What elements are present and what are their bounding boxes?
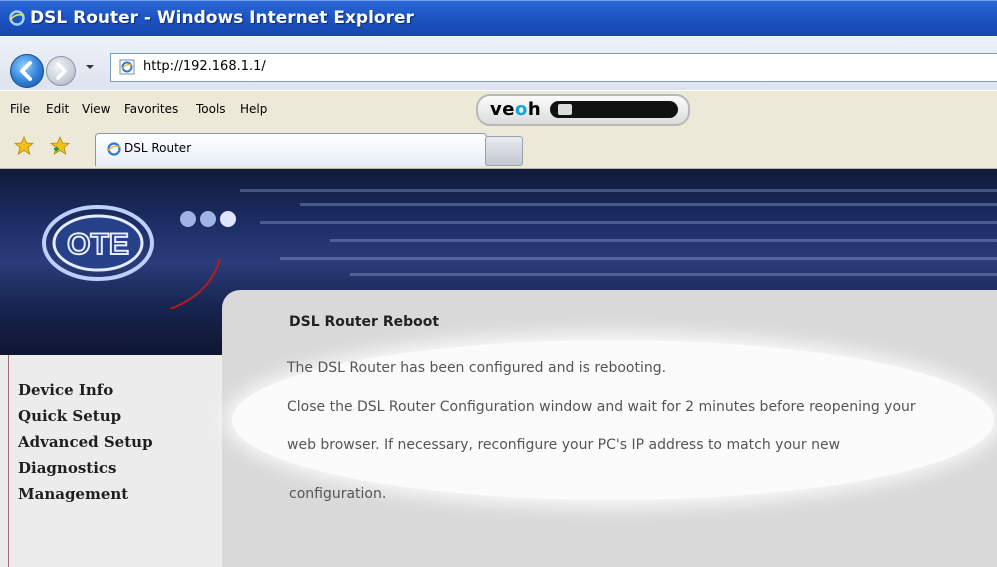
message-line-2: Close the DSL Router Configuration windo… [287,399,916,415]
back-button[interactable] [10,54,44,88]
menu-tools[interactable]: Tools [196,102,226,116]
banner-streak [280,257,997,260]
sidebar-item-diagnostics[interactable]: Diagnostics [18,459,116,477]
address-url[interactable]: http://192.168.1.1/ [143,59,266,74]
banner-streak [350,273,997,276]
sidebar-item-quick-setup[interactable]: Quick Setup [18,407,121,425]
banner-streak [240,189,997,192]
menu-edit[interactable]: Edit [46,102,69,116]
page-title: DSL Router Reboot [289,314,440,330]
sidebar-item-management[interactable]: Management [18,485,128,503]
tab-dsl-router[interactable]: DSL Router [95,133,487,166]
menu-view[interactable]: View [82,102,110,116]
menu-help[interactable]: Help [240,102,267,116]
ote-logo: OTE [42,205,236,309]
message-line-3: web browser. If necessary, reconfigure y… [287,437,841,453]
message-line-4: configuration. [289,486,387,502]
tab-label: DSL Router [124,141,192,155]
window-title: DSL Router - Windows Internet Explorer [30,8,414,28]
menu-file[interactable]: File [10,102,30,116]
svg-text:OTE: OTE [67,228,129,261]
sidebar: Device Info Quick Setup Advanced Setup D… [0,355,224,567]
veoh-player-bar[interactable] [550,101,678,118]
page-icon [119,59,135,75]
veoh-logo: veoh [490,99,542,120]
banner-streak [260,221,997,224]
new-tab-button[interactable] [485,136,523,166]
banner-streak [330,239,997,242]
internet-explorer-icon [9,10,25,26]
add-favorites-icon[interactable] [50,136,70,156]
favorites-star-icon[interactable] [14,136,34,156]
menu-favorites[interactable]: Favorites [124,102,178,116]
address-bar[interactable]: http://192.168.1.1/ [110,53,997,82]
sidebar-item-advanced-setup[interactable]: Advanced Setup [18,433,153,451]
message-line-1: The DSL Router has been configured and i… [287,360,667,376]
arrow-right-icon [56,62,67,80]
chevron-down-icon[interactable] [85,62,95,72]
banner-streak [300,203,997,206]
arrow-left-icon [20,61,32,81]
forward-button[interactable] [46,56,76,86]
veoh-toolbar[interactable]: veoh [476,94,690,126]
play-icon [558,104,572,115]
internet-explorer-icon [106,142,121,156]
sidebar-item-device-info[interactable]: Device Info [18,381,113,399]
window-title-bar[interactable]: DSL Router - Windows Internet Explorer [0,0,997,36]
